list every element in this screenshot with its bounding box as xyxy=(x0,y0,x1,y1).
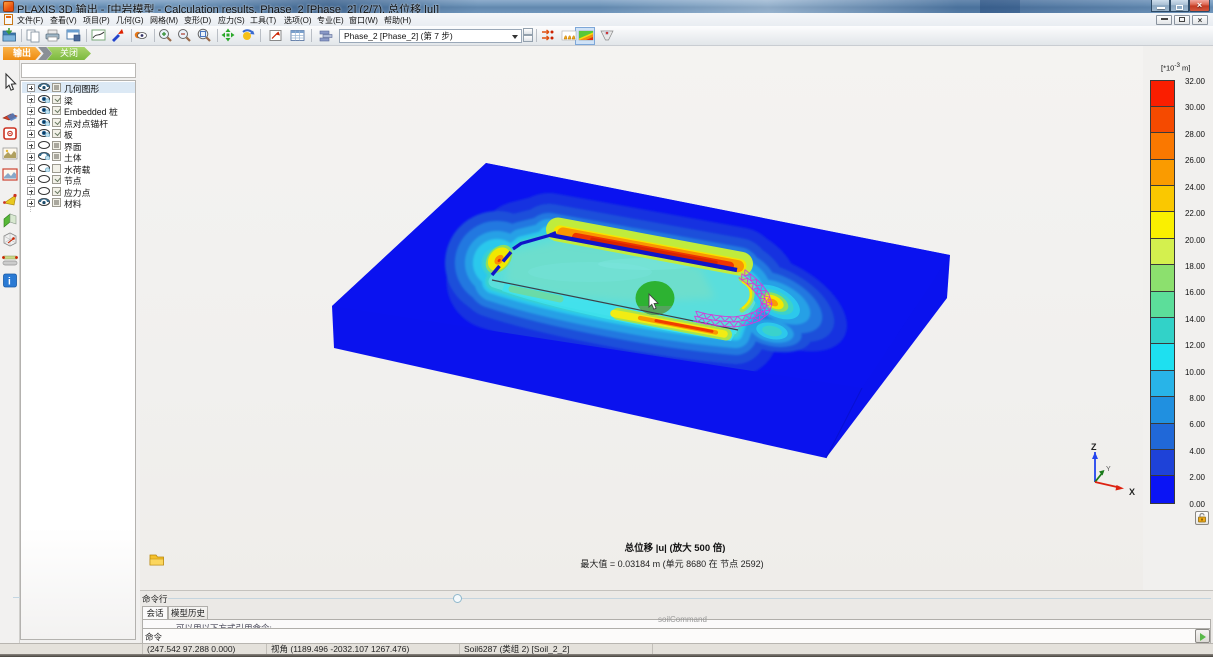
svg-text:Y: Y xyxy=(1106,466,1111,473)
svg-text:X: X xyxy=(1129,487,1135,497)
svg-text:i: i xyxy=(8,277,11,288)
svg-text:Z: Z xyxy=(1091,442,1097,452)
